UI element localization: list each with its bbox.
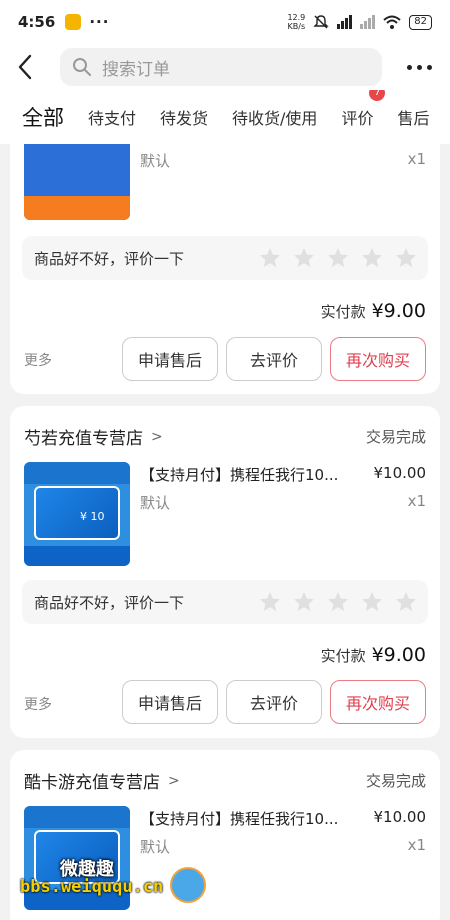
tab-review-label: 评价 [341,109,374,128]
back-button[interactable] [0,44,50,90]
chevron-right-icon: > [151,428,163,445]
mute-icon [313,15,329,29]
review-prompt[interactable]: 商品好不好，评价一下 [22,580,428,624]
star-icon[interactable] [394,590,418,614]
tab-review[interactable]: 评价 7 [341,90,386,129]
watermark-url: bbs.weiququ.cn [20,877,164,897]
paid-amount: 实付款 ¥9.00 [320,300,426,322]
shop-name[interactable]: 芍若充值专营店 [24,424,143,449]
product-qty: x1 [407,836,426,854]
app-notification-icon [65,14,82,30]
review-count-badge: 7 [369,90,386,101]
order-card: 芍若充值专营店 > 交易完成 ¥ 10 【支持月付】携程任我行10... ¥10… [10,406,440,738]
product-qty: x1 [407,492,426,510]
paid-amount: 实付款 ¥9.00 [320,644,426,666]
star-icon[interactable] [394,246,418,270]
star-icon[interactable] [326,590,350,614]
search-input[interactable]: 搜索订单 [60,48,382,86]
rating-stars[interactable] [258,590,418,614]
chevron-right-icon: > [168,772,180,789]
apply-after-sales-button[interactable]: 申请售后 [122,337,218,381]
more-options-button[interactable] [407,64,432,70]
signal-2-icon [360,15,376,29]
order-tabs: 全部 待支付 待发货 待收货/使用 评价 7 售后 [0,90,450,144]
order-status: 交易完成 [365,428,426,446]
search-placeholder: 搜索订单 [102,59,170,80]
apply-after-sales-button[interactable]: 申请售后 [122,680,218,724]
status-more: ··· [89,13,110,31]
product-thumbnail[interactable]: ¥ 10 [24,462,130,566]
top-header: 搜索订单 [0,44,450,90]
status-bar: 4:56 ··· 12.9 KB/s 82 [0,0,450,44]
star-icon[interactable] [258,246,282,270]
review-prompt[interactable]: 商品好不好，评价一下 [22,236,428,280]
product-thumbnail[interactable] [24,144,130,220]
star-icon[interactable] [360,246,384,270]
gift-card-amount: ¥ 10 [80,510,105,523]
rating-stars[interactable] [258,246,418,270]
star-icon[interactable] [292,590,316,614]
shop-name[interactable]: 酷卡游充值专营店 [24,768,160,793]
order-card: 默认 x1 商品好不好，评价一下 实付款 ¥9.00 更多 申请售后 去评价 再… [10,144,440,394]
tab-after-sales[interactable]: 售后 [397,105,429,129]
tab-pending-payment[interactable]: 待支付 [88,105,136,129]
more-link[interactable]: 更多 [24,350,52,370]
product-title[interactable]: 【支持月付】携程任我行10... [140,808,350,829]
order-status: 交易完成 [365,772,426,790]
star-icon[interactable] [292,246,316,270]
write-review-button[interactable]: 去评价 [226,680,322,724]
buy-again-button[interactable]: 再次购买 [330,337,426,381]
battery-indicator: 82 [409,14,432,30]
product-spec: 默认 [140,152,171,170]
star-icon[interactable] [326,246,350,270]
status-time: 4:56 [18,13,56,31]
star-icon[interactable] [258,590,282,614]
wifi-icon [383,15,401,29]
tab-all[interactable]: 全部 [22,102,64,132]
product-price: ¥10.00 [373,808,427,826]
search-icon [73,58,91,76]
product-qty: x1 [407,150,426,168]
product-spec: 默认 [140,494,171,512]
product-title[interactable]: 【支持月付】携程任我行10... [140,464,350,485]
product-price: ¥10.00 [373,464,427,482]
more-link[interactable]: 更多 [24,694,52,714]
network-speed: 12.9 KB/s [287,13,306,31]
write-review-button[interactable]: 去评价 [226,337,322,381]
signal-icon [337,15,353,29]
product-spec: 默认 [140,838,171,856]
mascot-icon [170,867,206,903]
star-icon[interactable] [360,590,384,614]
chevron-left-icon [18,54,32,80]
tab-pending-receipt[interactable]: 待收货/使用 [232,105,317,129]
tab-pending-shipment[interactable]: 待发货 [160,105,208,129]
buy-again-button[interactable]: 再次购买 [330,680,426,724]
